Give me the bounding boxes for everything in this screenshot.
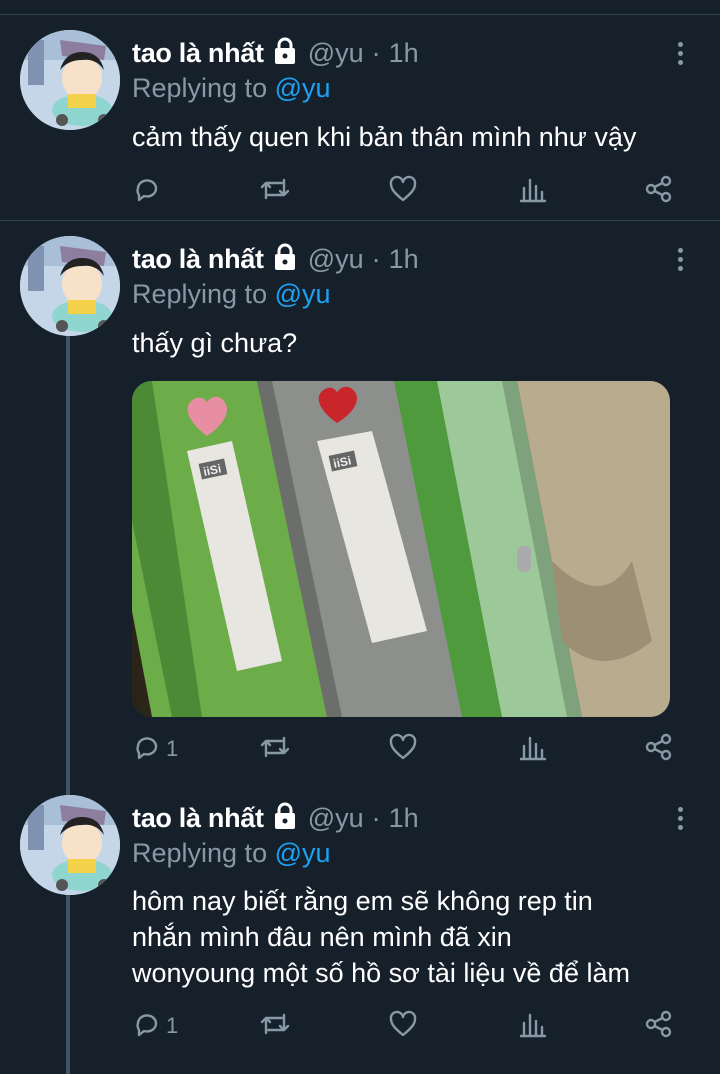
- tweet-header: tao là nhất @yu · 1h: [132, 798, 419, 838]
- like-icon: [388, 732, 418, 767]
- reply-count: 1: [166, 1013, 179, 1038]
- replying-handle-link[interactable]: @yu: [275, 279, 331, 309]
- like-icon: [388, 1009, 418, 1044]
- retweet-button[interactable]: [258, 1008, 292, 1044]
- tweet-text-line: hôm nay biết rằng em sẽ không rep tin: [132, 886, 593, 916]
- retweet-icon: [258, 1009, 292, 1044]
- lock-icon: [270, 36, 300, 71]
- retweet-icon: [258, 174, 292, 209]
- more-options-icon[interactable]: [670, 798, 690, 838]
- like-button[interactable]: [388, 173, 418, 209]
- dot-separator: ·: [371, 802, 381, 833]
- lock-icon: [270, 801, 300, 836]
- handle[interactable]: @yu: [308, 803, 364, 834]
- dot-separator: ·: [371, 37, 381, 68]
- share-button[interactable]: [644, 731, 674, 767]
- tweet-1[interactable]: tao là nhất @yu · 1h Replying to @yu cảm…: [0, 15, 720, 221]
- tweet-actions: 1: [132, 1008, 692, 1044]
- tweet-text: hôm nay biết rằng em sẽ không rep tin nh…: [132, 883, 702, 991]
- avatar-image: [20, 795, 120, 895]
- tweet-text-line: nhắn mình đâu nên mình đã xin: [132, 922, 512, 952]
- replying-to: Replying to @yu: [132, 838, 331, 869]
- avatar[interactable]: [20, 795, 120, 895]
- thread-line: [66, 894, 70, 1074]
- share-icon: [644, 1009, 674, 1044]
- share-icon: [644, 732, 674, 767]
- share-button[interactable]: [644, 1008, 674, 1044]
- more-options-icon[interactable]: [670, 239, 690, 279]
- tweet-text: cảm thấy quen khi bản thân mình như vậy: [132, 122, 637, 152]
- top-divider: [0, 0, 720, 15]
- replying-to: Replying to @yu: [132, 73, 331, 104]
- timestamp[interactable]: 1h: [389, 244, 419, 275]
- like-icon: [388, 174, 418, 209]
- more-options-icon[interactable]: [670, 33, 690, 73]
- share-button[interactable]: [644, 173, 674, 209]
- lock-icon: [270, 242, 300, 277]
- tweet-header: tao là nhất @yu · 1h: [132, 239, 419, 279]
- analytics-icon: [518, 732, 548, 767]
- replying-prefix: Replying to: [132, 279, 268, 309]
- retweet-icon: [258, 732, 292, 767]
- dot-separator: ·: [371, 243, 381, 274]
- avatar-image: [20, 30, 120, 130]
- replying-prefix: Replying to: [132, 838, 268, 868]
- analytics-icon: [518, 1009, 548, 1044]
- avatar[interactable]: [20, 236, 120, 336]
- share-icon: [644, 174, 674, 209]
- analytics-icon: [518, 174, 548, 209]
- reply-icon: [132, 1009, 162, 1044]
- thread-line: [66, 335, 70, 795]
- replying-handle-link[interactable]: @yu: [275, 838, 331, 868]
- tweet-actions: 1: [132, 731, 692, 767]
- avatar[interactable]: [20, 30, 120, 130]
- timestamp[interactable]: 1h: [389, 803, 419, 834]
- tweet-text: thấy gì chưa?: [132, 328, 298, 358]
- like-button[interactable]: [388, 731, 418, 767]
- tweet-header: tao là nhất @yu · 1h: [132, 33, 419, 73]
- tweet-3[interactable]: tao là nhất @yu · 1h Replying to @yu hôm…: [0, 780, 720, 1074]
- display-name[interactable]: tao là nhất: [132, 803, 264, 834]
- reply-button[interactable]: [132, 173, 166, 209]
- like-button[interactable]: [388, 1008, 418, 1044]
- tweet-text-line: wonyoung một số hồ sơ tài liệu về để làm: [132, 958, 630, 988]
- photo-folders: iiSi iiSi: [132, 381, 670, 717]
- reply-button[interactable]: 1: [132, 1008, 178, 1044]
- replying-to: Replying to @yu: [132, 279, 331, 310]
- analytics-button[interactable]: [518, 173, 548, 209]
- reply-count: 1: [166, 736, 179, 761]
- reply-button[interactable]: 1: [132, 731, 178, 767]
- handle[interactable]: @yu: [308, 38, 364, 69]
- avatar-image: [20, 236, 120, 336]
- tweet-actions: [132, 173, 692, 209]
- retweet-button[interactable]: [258, 173, 292, 209]
- reply-icon: [132, 174, 162, 209]
- handle[interactable]: @yu: [308, 244, 364, 275]
- retweet-button[interactable]: [258, 731, 292, 767]
- analytics-button[interactable]: [518, 1008, 548, 1044]
- replying-handle-link[interactable]: @yu: [275, 73, 331, 103]
- replying-prefix: Replying to: [132, 73, 268, 103]
- reply-icon: [132, 732, 162, 767]
- analytics-button[interactable]: [518, 731, 548, 767]
- tweet-2[interactable]: tao là nhất @yu · 1h Replying to @yu thấ…: [0, 221, 720, 795]
- display-name[interactable]: tao là nhất: [132, 38, 264, 69]
- display-name[interactable]: tao là nhất: [132, 244, 264, 275]
- timestamp[interactable]: 1h: [389, 38, 419, 69]
- tweet-media-photo[interactable]: iiSi iiSi: [132, 381, 670, 717]
